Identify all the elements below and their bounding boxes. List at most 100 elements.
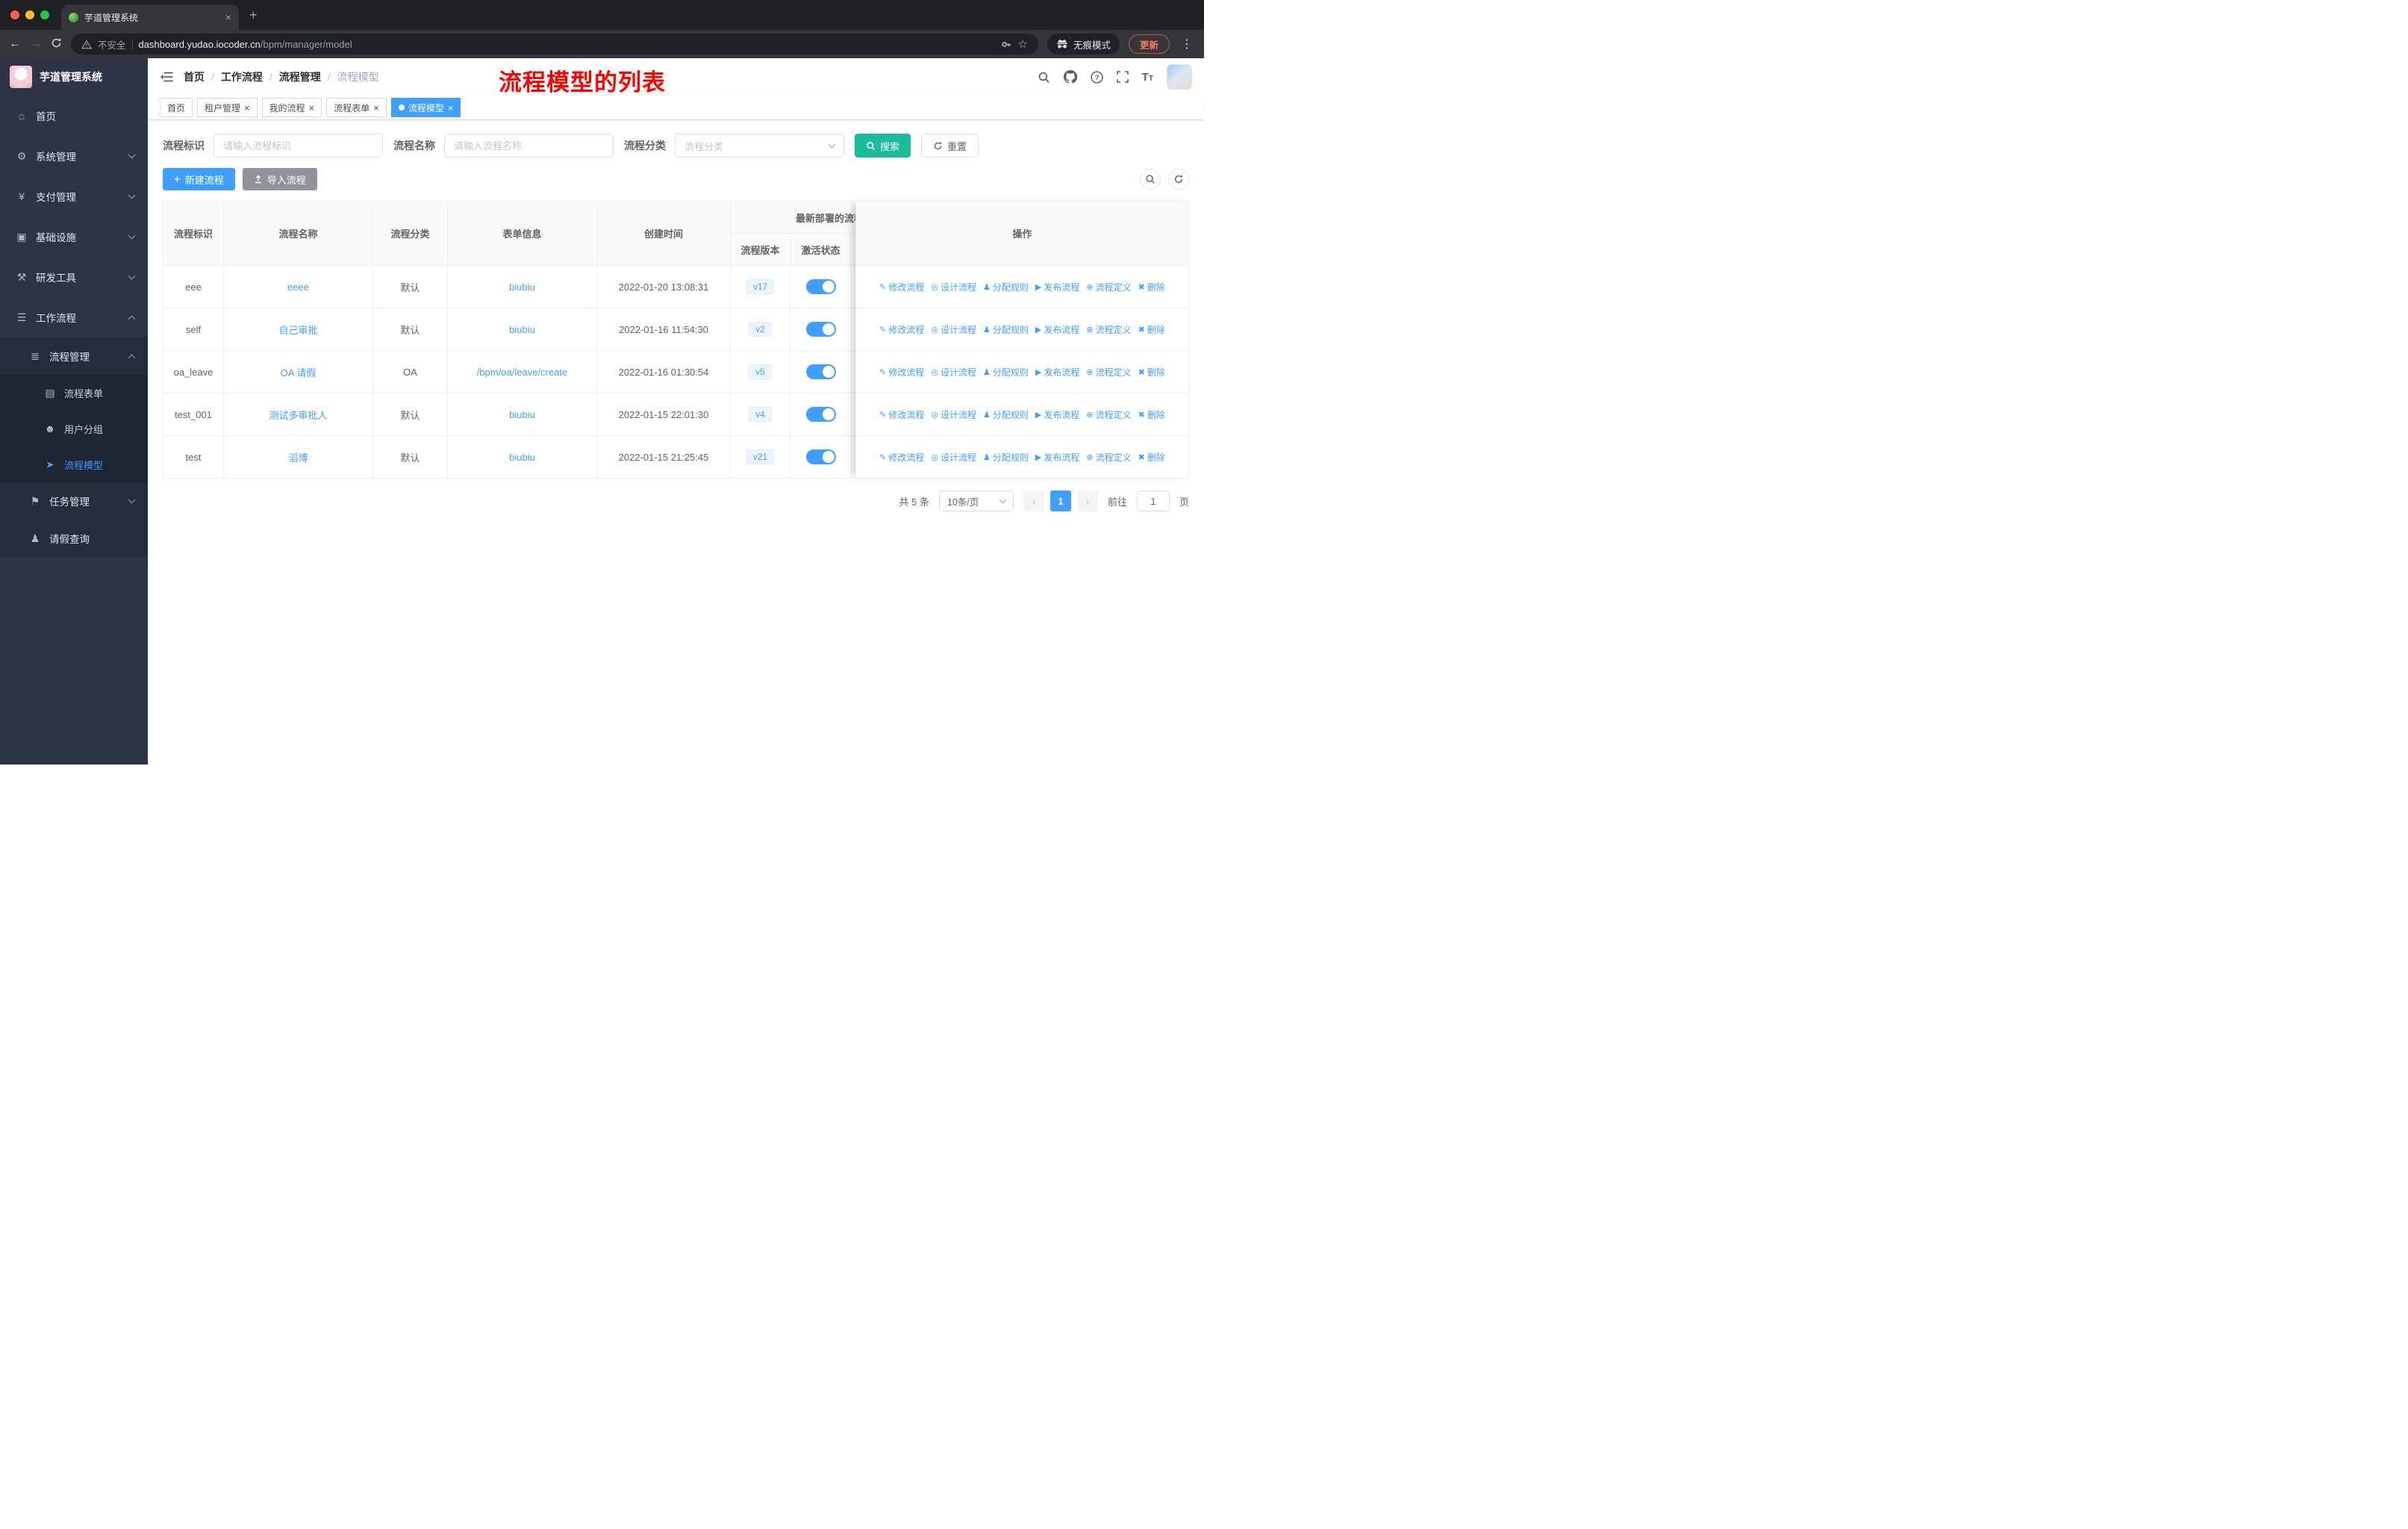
- sidebar-item-process-management[interactable]: ≣ 流程管理: [0, 337, 148, 375]
- design-link[interactable]: ◎ 设计流程: [931, 281, 976, 293]
- delete-link[interactable]: ✖ 删除: [1138, 451, 1165, 464]
- sidebar-item-process-form[interactable]: ▤ 流程表单: [0, 375, 148, 411]
- font-size-icon[interactable]: TT: [1142, 71, 1153, 84]
- address-bar[interactable]: 不安全 dashboard.yudao.iocoder.cn/bpm/manag…: [71, 34, 1038, 55]
- sidebar-item-workflow[interactable]: ☰ 工作流程: [0, 297, 148, 337]
- process-name-link[interactable]: 自己审批: [278, 325, 317, 336]
- tag-close-icon[interactable]: ×: [448, 103, 454, 113]
- tag-close-icon[interactable]: ×: [309, 103, 315, 113]
- active-toggle[interactable]: [805, 364, 836, 379]
- publish-link[interactable]: ▶ 发布流程: [1035, 408, 1079, 421]
- tag-close-icon[interactable]: ×: [373, 103, 379, 113]
- search-icon[interactable]: [1038, 71, 1050, 84]
- breadcrumb-item-home[interactable]: 首页: [184, 69, 205, 84]
- breadcrumb-item-process-management[interactable]: 流程管理: [279, 69, 321, 84]
- assign-rule-link[interactable]: ♟ 分配规则: [983, 323, 1029, 336]
- edit-link[interactable]: ✎ 修改流程: [879, 281, 924, 293]
- breadcrumb-item-workflow[interactable]: 工作流程: [221, 69, 263, 84]
- process-key-input[interactable]: [213, 134, 383, 158]
- definition-link[interactable]: ⊕ 流程定义: [1086, 451, 1131, 464]
- form-info-link[interactable]: biubiu: [509, 324, 535, 335]
- tab-view-tag[interactable]: 流程表单 ×: [326, 98, 387, 117]
- window-zoom-button[interactable]: [40, 10, 49, 19]
- tab-view-tag[interactable]: 租户管理 ×: [197, 98, 258, 117]
- sidebar-item-infrastructure[interactable]: ▣ 基础设施: [0, 217, 148, 257]
- refresh-table-button[interactable]: [1168, 169, 1189, 190]
- definition-link[interactable]: ⊕ 流程定义: [1086, 323, 1131, 336]
- process-name-link[interactable]: 滔博: [288, 452, 308, 464]
- publish-link[interactable]: ▶ 发布流程: [1035, 366, 1079, 379]
- page-number-button[interactable]: 1: [1049, 491, 1071, 511]
- design-link[interactable]: ◎ 设计流程: [931, 451, 976, 464]
- form-info-link[interactable]: biubiu: [509, 409, 535, 420]
- help-icon[interactable]: ?: [1091, 70, 1103, 84]
- prev-page-button[interactable]: ‹: [1023, 491, 1044, 511]
- sidebar-item-task-management[interactable]: ⚑ 任务管理: [0, 482, 148, 520]
- app-logo-row[interactable]: 芋道管理系统: [0, 58, 148, 96]
- delete-link[interactable]: ✖ 删除: [1138, 366, 1165, 379]
- definition-link[interactable]: ⊕ 流程定义: [1086, 366, 1131, 379]
- toggle-search-button[interactable]: [1140, 169, 1161, 190]
- reset-button[interactable]: 重置: [921, 134, 979, 158]
- definition-link[interactable]: ⊕ 流程定义: [1086, 281, 1131, 293]
- definition-link[interactable]: ⊕ 流程定义: [1086, 408, 1131, 421]
- assign-rule-link[interactable]: ♟ 分配规则: [983, 281, 1029, 293]
- update-button[interactable]: 更新: [1128, 34, 1170, 54]
- tab-view-tag[interactable]: 流程模型 ×: [390, 98, 461, 117]
- delete-link[interactable]: ✖ 删除: [1138, 408, 1165, 421]
- sidebar-item-leave-query[interactable]: ♟ 请假查询: [0, 520, 148, 557]
- window-close-button[interactable]: [10, 10, 19, 19]
- new-tab-button[interactable]: +: [249, 7, 258, 23]
- form-info-link[interactable]: biubiu: [509, 452, 535, 463]
- tab-view-tag[interactable]: 我的流程 ×: [261, 98, 322, 117]
- process-name-link[interactable]: OA 请假: [281, 367, 316, 379]
- publish-link[interactable]: ▶ 发布流程: [1035, 281, 1079, 293]
- bookmark-star-icon[interactable]: ☆: [1018, 37, 1028, 51]
- password-key-icon[interactable]: [1001, 39, 1012, 50]
- create-process-button[interactable]: + 新建流程: [163, 168, 235, 190]
- active-toggle[interactable]: [805, 407, 836, 422]
- assign-rule-link[interactable]: ♟ 分配规则: [983, 366, 1029, 379]
- form-info-link[interactable]: /bpm/oa/leave/create: [477, 367, 567, 378]
- assign-rule-link[interactable]: ♟ 分配规则: [983, 451, 1029, 464]
- active-toggle[interactable]: [805, 449, 836, 464]
- active-toggle[interactable]: [805, 279, 836, 294]
- sidebar-item-process-model[interactable]: ➤ 流程模型: [0, 446, 148, 482]
- browser-tab[interactable]: 芋道管理系统 ×: [61, 4, 239, 30]
- form-info-link[interactable]: biubiu: [509, 281, 535, 293]
- edit-link[interactable]: ✎ 修改流程: [879, 323, 924, 336]
- sidebar-item-dev-tools[interactable]: ⚒ 研发工具: [0, 257, 148, 297]
- design-link[interactable]: ◎ 设计流程: [931, 408, 976, 421]
- delete-link[interactable]: ✖ 删除: [1138, 323, 1165, 336]
- tab-view-tag[interactable]: 首页: [160, 98, 193, 117]
- page-size-select[interactable]: 10条/页: [938, 491, 1014, 511]
- window-minimize-button[interactable]: [25, 10, 34, 19]
- publish-link[interactable]: ▶ 发布流程: [1035, 323, 1079, 336]
- avatar[interactable]: [1167, 64, 1192, 90]
- browser-menu-icon[interactable]: ⋮: [1179, 37, 1195, 52]
- category-select[interactable]: 流程分类: [675, 134, 844, 158]
- design-link[interactable]: ◎ 设计流程: [931, 366, 976, 379]
- design-link[interactable]: ◎ 设计流程: [931, 323, 976, 336]
- edit-link[interactable]: ✎ 修改流程: [879, 366, 924, 379]
- sidebar-item-home[interactable]: ⌂ 首页: [0, 96, 148, 136]
- reload-icon[interactable]: [51, 37, 62, 52]
- sidebar-item-system-management[interactable]: ⚙ 系统管理: [0, 136, 148, 176]
- edit-link[interactable]: ✎ 修改流程: [879, 408, 924, 421]
- import-process-button[interactable]: 导入流程: [242, 168, 317, 190]
- search-button[interactable]: 搜索: [855, 134, 911, 158]
- sidebar-item-payment-management[interactable]: ¥ 支付管理: [0, 176, 148, 217]
- tag-close-icon[interactable]: ×: [244, 103, 250, 113]
- tab-close-icon[interactable]: ×: [225, 11, 231, 23]
- edit-link[interactable]: ✎ 修改流程: [879, 451, 924, 464]
- publish-link[interactable]: ▶ 发布流程: [1035, 451, 1079, 464]
- github-icon[interactable]: [1063, 70, 1077, 84]
- forward-icon[interactable]: →: [30, 38, 42, 50]
- hamburger-icon[interactable]: [160, 71, 173, 83]
- next-page-button[interactable]: ›: [1076, 491, 1098, 511]
- process-name-input[interactable]: [444, 134, 614, 158]
- sidebar-item-user-group[interactable]: ☻ 用户分组: [0, 411, 148, 446]
- assign-rule-link[interactable]: ♟ 分配规则: [983, 408, 1029, 421]
- fullscreen-icon[interactable]: [1116, 71, 1129, 83]
- process-name-link[interactable]: 测试多审批人: [269, 410, 327, 421]
